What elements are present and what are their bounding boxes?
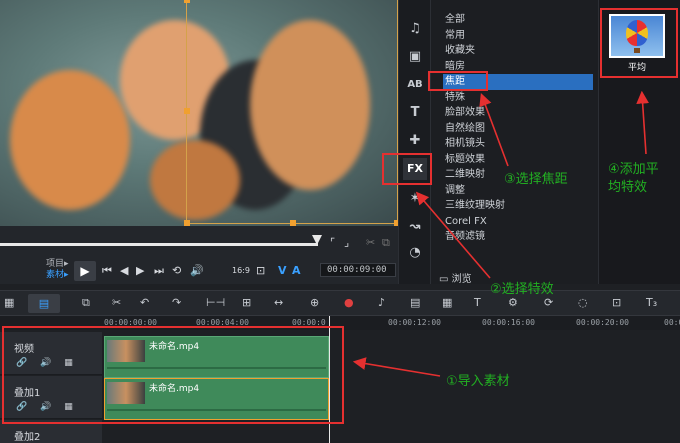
speed-icon[interactable]: ◔ [405, 244, 425, 262]
project-mode[interactable]: 项目▸ [46, 259, 69, 269]
annotation-box-tracks [2, 326, 344, 424]
category-list: 全部 常用 收藏夹 暗房 焦距 特殊 脸部效果 自然绘图 相机镜头 标题效果 二… [443, 12, 593, 245]
resize-handle[interactable] [184, 108, 190, 114]
fit-icon[interactable]: ⊢⊣ [206, 296, 225, 310]
category-item[interactable]: 特殊 [445, 90, 593, 106]
transition-icon[interactable]: ▣ [405, 48, 425, 66]
scrubber-bar[interactable] [0, 243, 318, 246]
folder-icon: ▭ [439, 274, 452, 285]
category-item[interactable]: 音频滤镜 [445, 229, 593, 245]
v-track-icon[interactable]: V [278, 264, 287, 278]
category-item[interactable]: 常用 [445, 28, 593, 44]
end-icon[interactable]: ⏭ [154, 264, 164, 278]
stretch-icon[interactable]: ↔ [274, 296, 283, 310]
category-item[interactable]: 自然绘图 [445, 121, 593, 137]
path-icon[interactable]: ↝ [405, 218, 425, 236]
video-editor-window: ⌜ ⌟ ✂ ⧉ 项目▸ 素材▸ ▶ ⏮ ◀ ▶ ⏭ ⟲ 🔊 16:9 ⊡ V A… [0, 0, 680, 443]
text3d-icon[interactable]: T₃ [646, 296, 657, 310]
category-item[interactable]: 全部 [445, 12, 593, 28]
overlay-selection-frame[interactable] [184, 0, 398, 226]
annotation-select-fx: ②选择特效 [490, 282, 554, 297]
mask-icon[interactable]: ◌ [578, 296, 588, 310]
smart-icon[interactable]: ⚙ [508, 296, 518, 310]
category-item[interactable]: 收藏夹 [445, 43, 593, 59]
multi-track-icon[interactable]: ⧉ [82, 296, 90, 310]
category-item[interactable]: 三维纹理映射 [445, 198, 593, 214]
title-icon[interactable]: T [405, 104, 425, 122]
crop-icon[interactable]: ⊡ [256, 264, 265, 278]
next-frame-icon[interactable]: ▶ [136, 264, 144, 278]
timeline-view-icon[interactable]: ▦ [4, 296, 14, 310]
category-item[interactable]: 标题效果 [445, 152, 593, 168]
annotation-add-average-2: 均特效 [608, 180, 648, 195]
copy-icon[interactable]: ⧉ [382, 236, 390, 250]
music-note-icon[interactable]: ♫ [405, 20, 425, 38]
browse-label: 浏览 [451, 274, 472, 285]
ruler-tick: 00:00:16:00 [482, 318, 535, 327]
motion-track-icon[interactable]: ⟳ [544, 296, 553, 310]
annotation-box-focus [428, 71, 488, 91]
clip-mode[interactable]: 素材▸ [46, 270, 69, 280]
graphic-icon[interactable]: ✚ [405, 132, 425, 150]
subtitle-icon[interactable]: ▤ [410, 296, 420, 310]
undo-icon[interactable]: ↶ [140, 296, 149, 310]
filter-category-panel: 全部 常用 收藏夹 暗房 焦距 特殊 脸部效果 自然绘图 相机镜头 标题效果 二… [430, 0, 598, 285]
volume-icon[interactable]: 🔊 [190, 264, 204, 278]
category-item[interactable]: 相机镜头 [445, 136, 593, 152]
annotation-import: ①导入素材 [446, 374, 510, 389]
audio-mix-icon[interactable]: ♪ [378, 296, 385, 310]
annotation-select-focus: ③选择焦距 [504, 172, 568, 187]
prev-frame-icon[interactable]: ◀ [120, 264, 128, 278]
kitten-shape [10, 70, 130, 210]
category-item[interactable]: 脸部效果 [445, 105, 593, 121]
a-track-icon[interactable]: A [292, 264, 301, 278]
play-button[interactable]: ▶ [74, 261, 96, 281]
playback-controls: ⌜ ⌟ ✂ ⧉ 项目▸ 素材▸ ▶ ⏮ ◀ ▶ ⏭ ⟲ 🔊 16:9 ⊡ V A… [0, 226, 398, 284]
redo-icon[interactable]: ↷ [172, 296, 181, 310]
record-icon[interactable]: ● [344, 296, 354, 310]
mark-out-icon[interactable]: ⌟ [344, 236, 349, 250]
zoom-in-icon[interactable]: ⊞ [242, 296, 251, 310]
title-track-icon[interactable]: T [474, 296, 481, 310]
split-icon[interactable]: ✂ [366, 236, 375, 250]
library-tool-strip: ♫ ▣ AB T ✚ FX ✶ ↝ ◔ [398, 0, 430, 284]
repeat-icon[interactable]: ⟲ [172, 264, 181, 278]
aspect-ratio-select[interactable]: 16:9 [232, 264, 250, 278]
ruler-tick: 00:00:20:00 [576, 318, 629, 327]
timecode-display[interactable]: 00:00:09:00 [320, 263, 396, 277]
annotation-add-average-1: ④添加平 [608, 162, 659, 177]
ruler-tick: 00:00:12:00 [388, 318, 441, 327]
browse-button[interactable]: ▭ 浏览 [439, 270, 472, 285]
category-item[interactable]: Corel FX [445, 214, 593, 230]
track-name: 叠加2 [14, 432, 41, 443]
mark-in-icon[interactable]: ⌜ [330, 236, 335, 250]
home-icon[interactable]: ⏮ [102, 264, 112, 278]
library-icon[interactable]: AB [405, 76, 425, 94]
motion-icon[interactable]: ✶ [405, 190, 425, 208]
annotation-box-fx [382, 153, 432, 185]
tools-icon[interactable]: ✂ [112, 296, 121, 310]
storyboard-view-button[interactable]: ▤ [28, 294, 60, 313]
preview-player [0, 0, 398, 226]
annotation-box-thumb [600, 8, 678, 78]
resize-handle[interactable] [184, 0, 190, 3]
timeline-toolbar: ▦ ▤ ⧉ ✂ ↶ ↷ ⊢⊣ ⊞ ↔ ⊕ ● ♪ ▤ ▦ T ⚙ ⟳ ◌ ⊡ T… [0, 290, 680, 316]
snap-icon[interactable]: ⊕ [310, 296, 319, 310]
chapter-icon[interactable]: ▦ [442, 296, 452, 310]
ruler-tick: 00:0 [664, 318, 680, 327]
freeze-icon[interactable]: ⊡ [612, 296, 621, 310]
